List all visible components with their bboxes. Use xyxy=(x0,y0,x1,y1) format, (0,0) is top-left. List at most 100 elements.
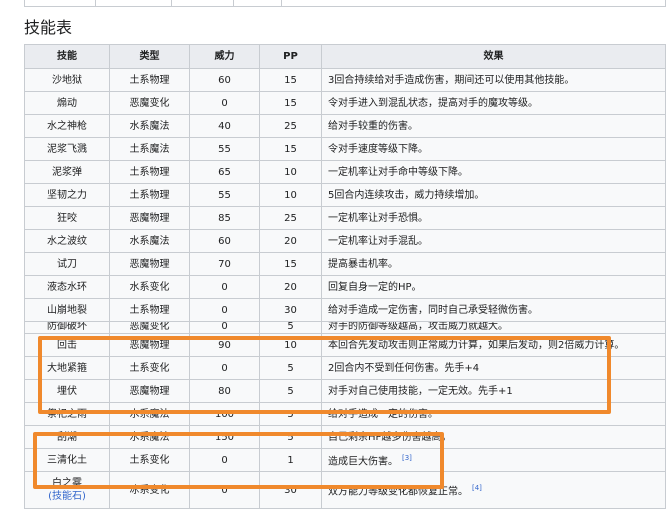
skill-stone-link[interactable]: (技能石) xyxy=(29,490,105,503)
type-text: 水系魔法 xyxy=(129,431,170,443)
cell-power: 0 xyxy=(189,356,260,380)
name-text: 泥浆飞溅 xyxy=(47,143,87,155)
effect-text: 3回合持续给对手造成伤害，期间还可以使用其他技能。 xyxy=(328,74,575,86)
cell-power: 60 xyxy=(189,229,260,253)
power-text: 60 xyxy=(218,235,231,247)
cell-name: 白之雾 (技能石) xyxy=(24,471,110,509)
pp-text: 15 xyxy=(284,74,297,86)
name-text: 防御破坏 xyxy=(47,321,87,332)
name-text: 大地紧箍 xyxy=(47,362,87,374)
cell-effect: 给对手造成一定伤害，同时自己承受轻微伤害。 xyxy=(321,298,666,322)
name-text: 刮潮 xyxy=(57,431,77,443)
cell-effect: 造成巨大伤害。 [3] xyxy=(321,448,666,472)
cell-power: 0 xyxy=(189,298,260,322)
cell-type: 土系物理 xyxy=(109,183,190,207)
cell-name: 泥浆弹 xyxy=(24,160,110,184)
cell-power: 55 xyxy=(189,137,260,161)
cell-power: 85 xyxy=(189,206,260,230)
cell-name: 大地紧箍 xyxy=(24,356,110,380)
cell-type: 土系变化 xyxy=(109,356,190,380)
name-text: 沙地狱 xyxy=(52,74,82,86)
type-text: 土系变化 xyxy=(129,454,170,466)
cell-pp: 25 xyxy=(259,114,322,138)
cell-name: 坚韧之力 xyxy=(24,183,110,207)
cell-pp: 25 xyxy=(259,206,322,230)
cell-power: 40 xyxy=(189,114,260,138)
pp-text: 10 xyxy=(284,166,297,178)
effect-text: 给对手造成一定伤害，同时自己承受轻微伤害。 xyxy=(328,304,538,316)
cell-effect: 一定机率让对手命中等级下降。 xyxy=(321,160,666,184)
effect-text: 本回合先发动攻击则正常威力计算，如果后发动，则2倍威力计算。 xyxy=(328,339,625,351)
cell-pp: 15 xyxy=(259,137,322,161)
cell-power: 55 xyxy=(189,183,260,207)
name-text: 回击 xyxy=(57,339,77,351)
reference-link[interactable]: [3] xyxy=(402,454,412,462)
pp-text: 15 xyxy=(284,143,297,155)
effect-text: 2回合内不受到任何伤害。先手+4 xyxy=(328,362,480,374)
table-row: 水之波纹 水系魔法 60 20 一定机率让对手混乱。 xyxy=(24,229,666,253)
type-text: 水系魔法 xyxy=(129,408,170,420)
cell-effect: 一定机率让对手混乱。 xyxy=(321,229,666,253)
power-text: 0 xyxy=(221,484,228,496)
name-text: 水之神枪 xyxy=(47,120,87,132)
effect-text: 给对手较重的伤害。 xyxy=(328,120,418,132)
name-text: 白之雾 xyxy=(52,478,82,489)
cell-power: 150 xyxy=(189,425,260,449)
cell-effect: 回复自身一定的HP。 xyxy=(321,275,666,299)
type-text: 水系魔法 xyxy=(129,120,170,132)
power-text: 55 xyxy=(218,189,231,201)
cell-power: 80 xyxy=(189,379,260,403)
cell-type: 水系变化 xyxy=(109,275,190,299)
cell-type: 水系魔法 xyxy=(109,402,190,426)
cell-name: 沙地狱 xyxy=(24,68,110,92)
cell-pp: 1 xyxy=(259,448,322,472)
cell-type: 土系物理 xyxy=(109,160,190,184)
pp-text: 25 xyxy=(284,212,297,224)
power-text: 0 xyxy=(221,281,228,293)
name-text: 煽动 xyxy=(57,97,77,109)
reference-link[interactable]: [4] xyxy=(472,484,482,492)
type-text: 恶魔物理 xyxy=(129,212,170,224)
table-row: 液态水环 水系变化 0 20 回复自身一定的HP。 xyxy=(24,275,666,299)
power-text: 80 xyxy=(218,385,231,397)
effect-text: 令对手速度等级下降。 xyxy=(328,143,428,155)
type-text: 土系物理 xyxy=(129,189,170,201)
effect-text: 自己剩余HP越多伤害越高。 xyxy=(328,431,452,443)
pp-text: 5 xyxy=(287,362,294,374)
cell-name: 防御破坏 xyxy=(24,321,110,334)
cell-effect: 5回合内连续攻击，威力持续增加。 xyxy=(321,183,666,207)
effect-text: 回复自身一定的HP。 xyxy=(328,281,422,293)
cell-power: 0 xyxy=(189,471,260,509)
cell-pp: 10 xyxy=(259,160,322,184)
cell-type: 恶魔物理 xyxy=(109,252,190,276)
cell-effect: 令对手进入到混乱状态，提高对手的魔攻等级。 xyxy=(321,91,666,115)
cell-type: 恶魔变化 xyxy=(109,91,190,115)
cell-name: 水之波纹 xyxy=(24,229,110,253)
name-text: 坚韧之力 xyxy=(47,189,87,201)
cell-pp: 30 xyxy=(259,471,322,509)
table-row: 泥浆弹 土系物理 65 10 一定机率让对手命中等级下降。 xyxy=(24,160,666,184)
name-text: 祭祀之雨 xyxy=(47,408,87,420)
cell-type: 恶魔物理 xyxy=(109,379,190,403)
cell-power: 60 xyxy=(189,68,260,92)
table-row: 沙地狱 土系物理 60 15 3回合持续给对手造成伤害，期间还可以使用其他技能。 xyxy=(24,68,666,92)
effect-text: 造成巨大伤害。 xyxy=(328,456,398,468)
cell-pp: 30 xyxy=(259,298,322,322)
table-row: 试刀 恶魔物理 70 15 提高暴击机率。 xyxy=(24,252,666,276)
pp-text: 10 xyxy=(284,339,297,351)
name-text: 泥浆弹 xyxy=(52,166,82,178)
cell-name: 祭祀之雨 xyxy=(24,402,110,426)
pp-text: 30 xyxy=(284,484,297,496)
pp-text: 30 xyxy=(284,304,297,316)
col-header-effect: 效果 xyxy=(321,44,666,69)
table-row: 坚韧之力 土系物理 55 10 5回合内连续攻击，威力持续增加。 xyxy=(24,183,666,207)
power-text: 0 xyxy=(221,454,228,466)
pp-text: 5 xyxy=(287,385,294,397)
cell-type: 土系魔法 xyxy=(109,137,190,161)
table-row: 泥浆飞溅 土系魔法 55 15 令对手速度等级下降。 xyxy=(24,137,666,161)
table-row: 白之雾 (技能石) 冰系变化 0 30 双方能力等级变化都恢复正常。 [4] xyxy=(24,471,666,509)
cell-effect: 2回合内不受到任何伤害。先手+4 xyxy=(321,356,666,380)
table-header-row: 技能 类型 威力 PP 效果 xyxy=(24,44,666,69)
type-text: 冰系变化 xyxy=(129,484,170,496)
effect-text: 一定机率让对手命中等级下降。 xyxy=(328,166,468,178)
